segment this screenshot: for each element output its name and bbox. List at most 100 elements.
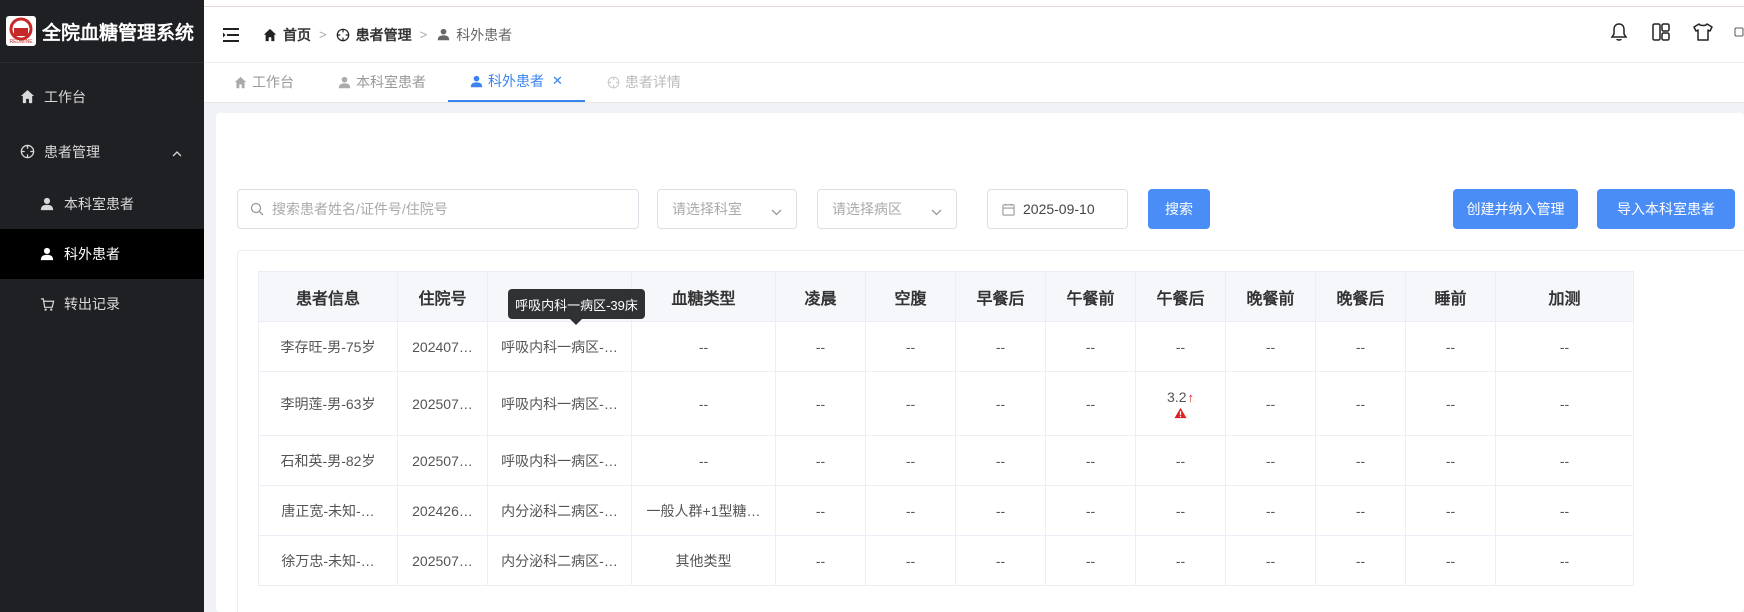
- table-cell: 202507…: [397, 371, 488, 436]
- ward-select[interactable]: 请选择病区: [817, 189, 957, 229]
- tab-label: 本科室患者: [356, 74, 426, 90]
- table-cell: --: [1045, 321, 1136, 372]
- table-cell: 内分泌科二病区-…: [487, 485, 632, 536]
- table-cell: --: [775, 371, 866, 436]
- bell-icon[interactable]: [1608, 21, 1630, 43]
- search-icon: [250, 202, 264, 216]
- table-cell: --: [775, 485, 866, 536]
- table-row[interactable]: 唐正宽-未知-… 202426… 内分泌科二病区-… 一般人群+1型糖… -- -- -- -…: [258, 485, 1634, 536]
- cart-icon: [38, 295, 56, 313]
- table-cell: --: [1315, 435, 1406, 486]
- table-cell: --: [1495, 321, 1634, 372]
- table-row[interactable]: 石和英-男-82岁 202507… 呼吸内科一病区-… -- -- -- -- -- -- -- -…: [258, 435, 1634, 486]
- sidebar-item-transfer-records[interactable]: 转出记录: [0, 279, 204, 329]
- theme-shirt-icon[interactable]: [1692, 21, 1714, 43]
- table-cell: --: [1495, 485, 1634, 536]
- column-header: 早餐后: [955, 271, 1046, 322]
- glucose-value: 3.2: [1167, 388, 1187, 405]
- table-row[interactable]: 李存旺-男-75岁 202407… 呼吸内科一病区-… -- -- -- -- -- -- -- -…: [258, 321, 1634, 372]
- home-icon: [18, 88, 36, 106]
- table-cell: --: [1315, 485, 1406, 536]
- user-icon: [435, 27, 451, 43]
- sidebar-item-patient-management[interactable]: 患者管理: [0, 124, 204, 179]
- tab-label: 患者详情: [624, 74, 681, 90]
- table-cell: --: [631, 371, 776, 436]
- table-cell: --: [1135, 535, 1226, 586]
- crosshair-icon: [18, 143, 36, 161]
- table-cell: --: [631, 321, 776, 372]
- table-row[interactable]: 徐万忠-未知-… 202507… 内分泌科二病区-… 其他类型 -- -- -- -- -- --…: [258, 535, 1634, 586]
- app-logo[interactable]: REDMINE 全院血糖管理系统: [0, 0, 204, 63]
- tab-dept-patients[interactable]: 本科室患者: [316, 62, 448, 102]
- ward-placeholder: 请选择病区: [832, 201, 902, 217]
- table-cell: --: [1225, 535, 1316, 586]
- tab-bar: 工作台 本科室患者 科外患者 ✕ 患者详情: [204, 63, 1744, 103]
- chevron-down-icon: [771, 203, 782, 219]
- table-cell: 呼吸内科一病区-…: [487, 435, 632, 486]
- table-cell: 202426…: [397, 485, 488, 536]
- table-cell: --: [955, 321, 1046, 372]
- table-cell: --: [955, 485, 1046, 536]
- table-cell: --: [1405, 535, 1496, 586]
- table-cell: --: [1495, 435, 1634, 486]
- column-header: 空腹: [865, 271, 956, 322]
- filter-bar: 搜索患者姓名/证件号/住院号 请选择科室 请选择病区 2025-09-10 搜索…: [237, 189, 1744, 229]
- table-cell: --: [1315, 535, 1406, 586]
- table-cell: --: [865, 435, 956, 486]
- table-cell: --: [1225, 435, 1316, 486]
- department-select[interactable]: 请选择科室: [657, 189, 797, 229]
- svg-text:REDMINE: REDMINE: [9, 39, 33, 45]
- column-header: 住院号: [397, 271, 488, 322]
- breadcrumb-home[interactable]: 首页: [262, 25, 311, 45]
- table-cell: 其他类型: [631, 535, 776, 586]
- close-icon[interactable]: ✕: [552, 73, 563, 89]
- table-cell: 内分泌科二病区-…: [487, 535, 632, 586]
- tab-label: 科外患者: [488, 73, 544, 89]
- sidebar-item-external-patients[interactable]: 科外患者: [0, 229, 204, 279]
- create-and-manage-button[interactable]: 创建并纳入管理: [1453, 189, 1578, 229]
- calendar-icon: [1002, 203, 1015, 216]
- table-cell: 一般人群+1型糖…: [631, 485, 776, 536]
- table-cell: 呼吸内科一病区-…: [487, 321, 632, 372]
- arrow-up-icon: ↑: [1187, 389, 1194, 405]
- table-cell: --: [1495, 535, 1634, 586]
- table-cell: --: [1135, 321, 1226, 372]
- table-cell: --: [955, 535, 1046, 586]
- column-header: 午餐前: [1045, 271, 1136, 322]
- menu-toggle-icon[interactable]: [220, 24, 242, 46]
- import-dept-patients-button[interactable]: 导入本科室患者: [1597, 189, 1735, 229]
- table-cell: --: [775, 435, 866, 486]
- sidebar-item-dept-patients[interactable]: 本科室患者: [0, 179, 204, 229]
- table-row[interactable]: 李明莲-男-63岁 202507… 呼吸内科一病区-… -- -- -- -- -- 3.2↑ -…: [258, 371, 1634, 436]
- top-accent-line: [204, 0, 1744, 7]
- search-button[interactable]: 搜索: [1148, 189, 1210, 229]
- tab-external-patients[interactable]: 科外患者 ✕: [448, 62, 585, 102]
- top-header: 首页 > 患者管理 > 科外患者: [204, 7, 1744, 63]
- header-actions: [1608, 21, 1744, 43]
- table-cell: --: [955, 371, 1046, 436]
- table-cell: 李存旺-男-75岁: [258, 321, 398, 372]
- chevron-up-icon: [172, 144, 182, 160]
- crosshair-icon: [335, 27, 351, 43]
- home-icon: [262, 27, 278, 43]
- submenu-patient-management: 本科室患者 科外患者 转出记录: [0, 179, 204, 329]
- table-cell: --: [1405, 371, 1496, 436]
- column-header: 晚餐后: [1315, 271, 1406, 322]
- table-cell: --: [1315, 321, 1406, 372]
- tab-workbench[interactable]: 工作台: [212, 62, 316, 102]
- tab-patient-detail[interactable]: 患者详情: [585, 62, 703, 102]
- search-input[interactable]: 搜索患者姓名/证件号/住院号: [237, 189, 639, 229]
- date-picker[interactable]: 2025-09-10: [987, 189, 1128, 229]
- table-cell: 202407…: [397, 321, 488, 372]
- table-cell: --: [865, 371, 956, 436]
- sidebar-item-label: 科外患者: [64, 246, 120, 262]
- breadcrumb-patient-management[interactable]: 患者管理: [335, 25, 412, 45]
- date-value: 2025-09-10: [1023, 201, 1095, 217]
- table-cell: --: [775, 535, 866, 586]
- table-cell: --: [1495, 371, 1634, 436]
- chevron-down-icon: [931, 203, 942, 219]
- layout-icon[interactable]: [1650, 21, 1672, 43]
- more-icon[interactable]: [1734, 21, 1744, 43]
- table-cell: --: [1405, 485, 1496, 536]
- sidebar-item-workbench[interactable]: 工作台: [0, 69, 204, 124]
